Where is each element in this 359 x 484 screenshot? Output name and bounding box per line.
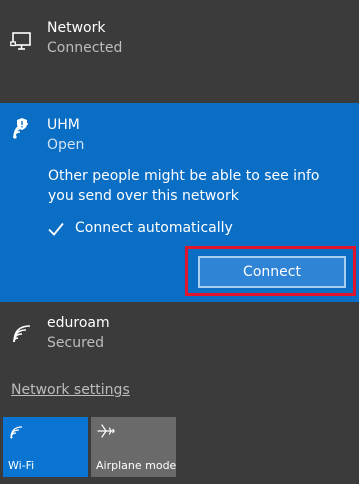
airplane-tile-label: Airplane mode xyxy=(96,459,177,472)
network-name: Network xyxy=(47,20,106,36)
network-status: Open xyxy=(47,137,85,153)
network-item-network[interactable]: Network Connected xyxy=(0,0,359,82)
connect-button[interactable]: Connect xyxy=(198,256,346,288)
connect-automatically-label[interactable]: Connect automatically xyxy=(75,220,233,236)
wifi-tile-label: Wi-Fi xyxy=(8,459,35,472)
network-flyout: Network Connected UHM Open Other people … xyxy=(0,0,359,484)
wifi-tile[interactable]: Wi-Fi xyxy=(3,417,88,477)
ethernet-monitor-icon xyxy=(10,32,31,50)
network-status: Secured xyxy=(47,335,105,351)
airplane-mode-tile[interactable]: Airplane mode xyxy=(91,417,176,477)
network-name: UHM xyxy=(47,117,80,133)
network-status: Connected xyxy=(47,40,123,56)
network-name: eduroam xyxy=(47,315,110,331)
open-network-warning: Other people might be able to see info y… xyxy=(48,168,320,204)
connect-automatically-checkbox[interactable] xyxy=(47,220,65,238)
wifi-icon xyxy=(10,426,23,439)
wifi-shield-warning-icon xyxy=(13,118,29,139)
wifi-icon xyxy=(13,325,31,343)
network-settings-link[interactable]: Network settings xyxy=(11,382,130,398)
network-item-uhm[interactable]: UHM Open Other people might be able to s… xyxy=(0,103,359,302)
airplane-icon xyxy=(97,424,115,438)
network-item-eduroam[interactable]: eduroam Secured xyxy=(0,302,359,364)
